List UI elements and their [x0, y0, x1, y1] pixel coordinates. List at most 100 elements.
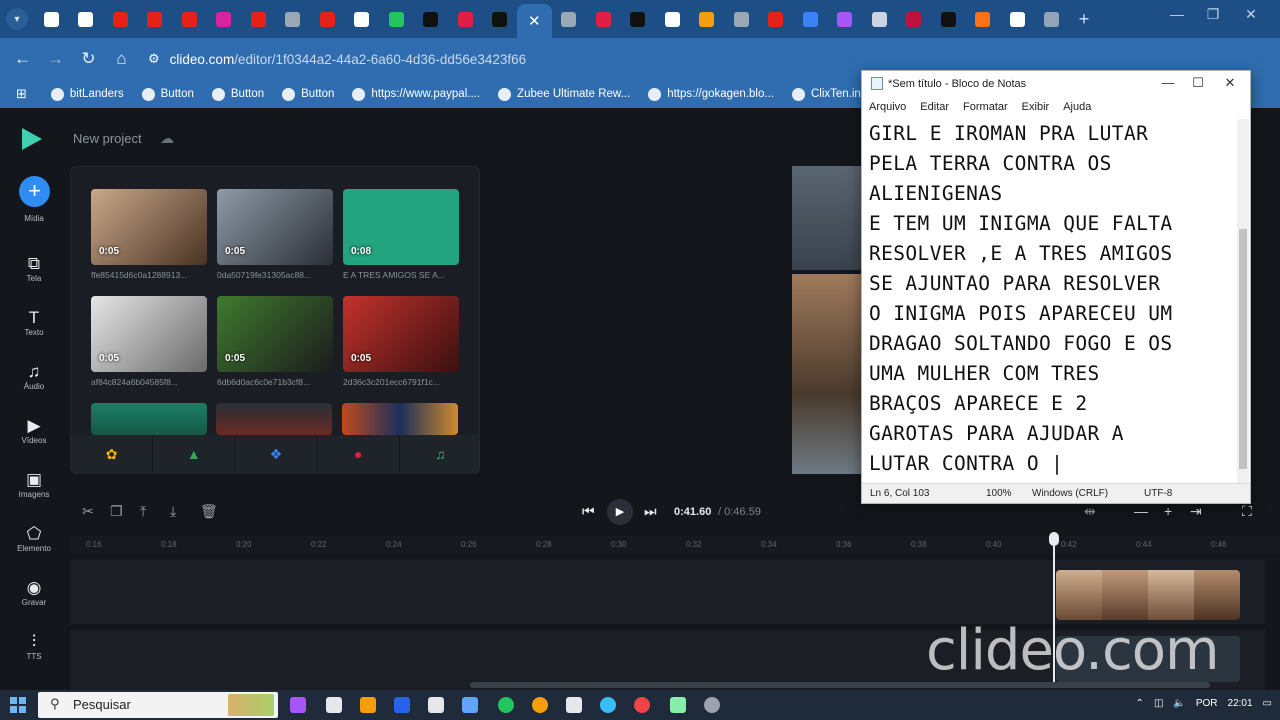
play-button[interactable]: ▶	[607, 499, 633, 525]
zoom-out-icon[interactable]: —	[1134, 503, 1148, 519]
back-icon[interactable]: ←	[6, 49, 39, 69]
media-thumbnail[interactable]	[91, 403, 207, 435]
menu-exibir[interactable]: Exibir	[1022, 101, 1050, 113]
bookmark-item[interactable]: Button	[282, 87, 334, 101]
sidebar-item-elemento[interactable]: ⬠ Elemento	[0, 524, 68, 553]
sidebar-item-texto[interactable]: T Texto	[0, 308, 68, 337]
scrollbar-thumb[interactable]	[1239, 229, 1247, 469]
bookmark-item[interactable]: Button	[141, 87, 194, 101]
media-thumbnail[interactable]: 0:05	[217, 189, 333, 265]
notepad-titlebar[interactable]: *Sem título - Bloco de Notas — ☐ ✕	[862, 71, 1250, 97]
language-indicator[interactable]: POR	[1196, 698, 1218, 709]
browser-tab[interactable]	[724, 4, 759, 34]
media-thumbnail[interactable]	[216, 403, 332, 435]
tray-chevron-icon[interactable]: ⌃	[1136, 698, 1144, 709]
sidebar-item-tts[interactable]: ⫶ TTS	[0, 632, 68, 661]
menu-formatar[interactable]: Formatar	[963, 101, 1008, 113]
fit-icon[interactable]: ⇹	[1084, 503, 1096, 520]
browser-tab[interactable]	[690, 4, 725, 34]
audio-source-icon[interactable]: ♫	[400, 435, 479, 473]
browser-tab[interactable]	[207, 4, 242, 34]
dropbox-icon[interactable]: ❖	[235, 435, 318, 473]
forward-icon[interactable]: →	[39, 49, 72, 69]
media-thumbnail[interactable]: 0:08	[343, 189, 459, 265]
video-preview[interactable]	[792, 166, 864, 474]
browser-tab[interactable]	[828, 4, 863, 34]
address-bar[interactable]: ⚙ clideo.com/editor/1f0344a2-44a2-6a60-4…	[148, 44, 848, 74]
project-name[interactable]: New project	[73, 131, 142, 146]
clock[interactable]: 22:01	[1228, 698, 1253, 709]
taskbar-app-icon[interactable]	[462, 697, 478, 713]
edge-icon[interactable]	[498, 697, 514, 713]
telegram-icon[interactable]	[600, 697, 616, 713]
restore-icon[interactable]: ❐	[1196, 6, 1230, 23]
browser-tab[interactable]	[1000, 4, 1035, 34]
browser-tab[interactable]	[34, 4, 69, 34]
volume-icon[interactable]: 🔈	[1173, 698, 1185, 709]
record-source-icon[interactable]: ●	[318, 435, 400, 473]
taskbar-app-icon[interactable]	[704, 697, 720, 713]
sidebar-item-gravar[interactable]: ◉ Gravar	[0, 578, 68, 607]
apps-grid-icon[interactable]: ⊞	[16, 86, 27, 102]
browser-tab[interactable]	[448, 4, 483, 34]
reload-icon[interactable]: ↻	[72, 49, 105, 69]
media-thumbnail[interactable]: 0:05	[91, 296, 207, 372]
split-up-icon[interactable]: ⤒	[140, 503, 146, 520]
browser-tab[interactable]	[897, 4, 932, 34]
notepad-scrollbar[interactable]	[1237, 119, 1249, 485]
google-photos-icon[interactable]: ✿	[71, 435, 154, 473]
chrome-taskbar-icon[interactable]	[634, 697, 650, 713]
windows-start-icon[interactable]	[10, 697, 26, 713]
clideo-logo-icon[interactable]	[22, 128, 42, 150]
taskbar-app-icon[interactable]	[428, 697, 444, 713]
media-thumbnail[interactable]: 0:05	[91, 189, 207, 265]
video-clip[interactable]	[1056, 570, 1240, 620]
notepad-text-area[interactable]: GIRL E IROMAN PRA LUTAR PELA TERRA CONTR…	[869, 119, 1231, 481]
bookmark-item[interactable]: https://www.paypal....	[352, 87, 480, 101]
browser-tab[interactable]	[414, 4, 449, 34]
browser-tab[interactable]	[379, 4, 414, 34]
sidebar-item-tela[interactable]: ⧉ Tela	[0, 254, 68, 283]
notepad-close-icon[interactable]: ✕	[1216, 75, 1244, 91]
media-thumbnail[interactable]: 0:05	[343, 296, 459, 372]
browser-tab[interactable]	[1035, 4, 1070, 34]
tab-list-button[interactable]: ▾	[6, 8, 28, 30]
new-tab-button[interactable]: +	[1069, 9, 1099, 30]
menu-editar[interactable]: Editar	[920, 101, 949, 113]
browser-tab[interactable]	[138, 4, 173, 34]
chrome-taskbar-icon[interactable]	[532, 697, 548, 713]
bookmark-item[interactable]: https://gokagen.blo...	[648, 87, 774, 101]
browser-tab[interactable]	[276, 4, 311, 34]
split-down-icon[interactable]: ⤓	[170, 503, 176, 520]
skip-forward-icon[interactable]: ⏭	[644, 503, 657, 520]
close-window-icon[interactable]: ✕	[1234, 6, 1268, 23]
browser-tab[interactable]	[621, 4, 656, 34]
notepad-maximize-icon[interactable]: ☐	[1184, 75, 1212, 91]
skip-back-icon[interactable]: ⏮	[582, 503, 595, 520]
task-view-icon[interactable]	[326, 697, 342, 713]
fullscreen-icon[interactable]: ⛶	[1242, 503, 1252, 520]
browser-tab[interactable]	[310, 4, 345, 34]
duplicate-icon[interactable]: ❐	[110, 503, 123, 520]
media-thumbnail[interactable]: 0:05	[217, 296, 333, 372]
sidebar-item-vídeos[interactable]: ▶ Vídeos	[0, 416, 68, 445]
network-icon[interactable]: ◫	[1154, 698, 1163, 709]
bookmark-item[interactable]: Zubee Ultimate Rew...	[498, 87, 630, 101]
minimize-icon[interactable]: —	[1160, 6, 1194, 22]
bookmark-item[interactable]: ClixTen.in	[791, 87, 861, 101]
browser-tab[interactable]	[793, 4, 828, 34]
menu-arquivo[interactable]: Arquivo	[869, 101, 906, 113]
browser-tab[interactable]	[655, 4, 690, 34]
zoom-in-icon[interactable]: +	[1164, 503, 1172, 519]
notepad-minimize-icon[interactable]: —	[1154, 75, 1182, 90]
browser-tab[interactable]: ✕	[517, 4, 552, 38]
browser-tab[interactable]	[69, 4, 104, 34]
browser-tab[interactable]	[103, 4, 138, 34]
browser-tab[interactable]	[241, 4, 276, 34]
menu-ajuda[interactable]: Ajuda	[1063, 101, 1091, 113]
sidebar-item-imagens[interactable]: ▣ Imagens	[0, 470, 68, 499]
site-info-icon[interactable]: ⚙	[148, 51, 160, 67]
browser-tab[interactable]	[345, 4, 380, 34]
taskbar-app-icon[interactable]	[290, 697, 306, 713]
bookmark-item[interactable]: Button	[211, 87, 264, 101]
